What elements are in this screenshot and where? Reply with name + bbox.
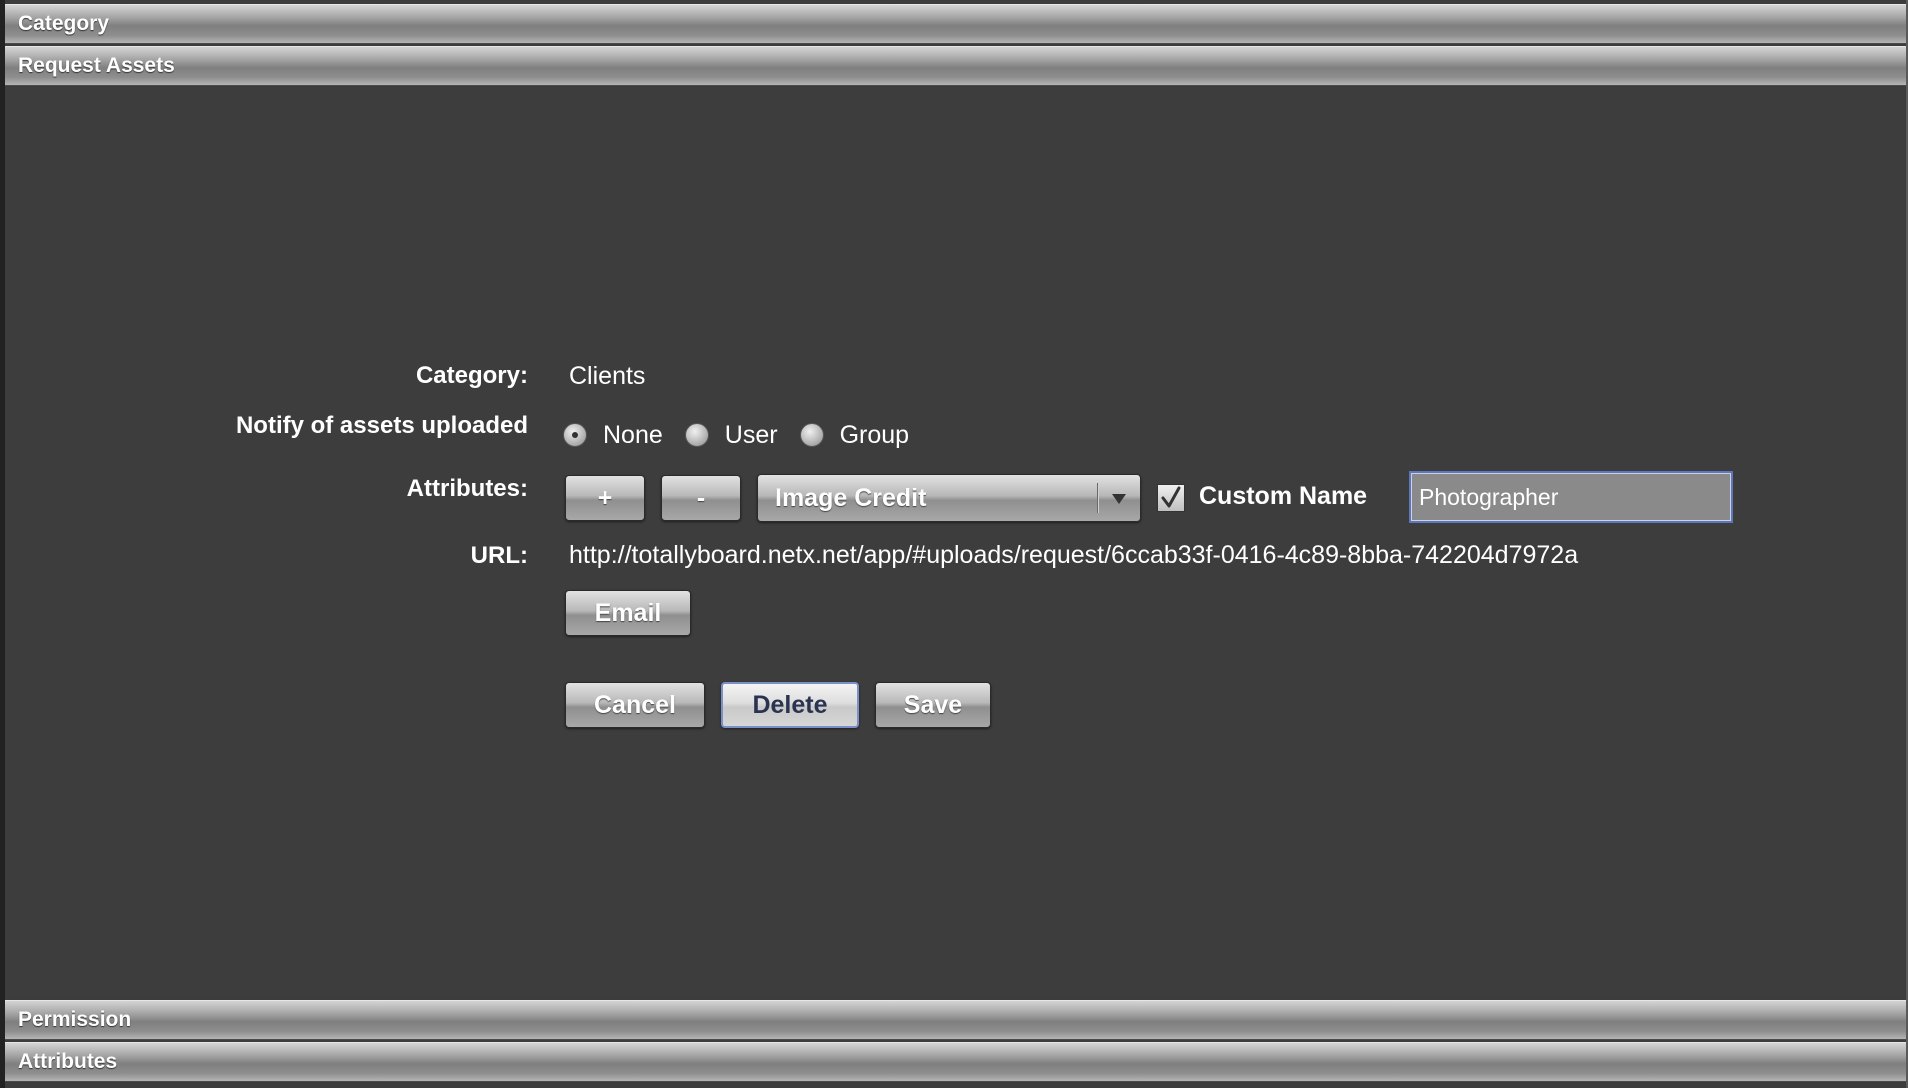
section-header-attributes[interactable]: Attributes xyxy=(5,1042,1906,1082)
attribute-select-value: Image Credit xyxy=(775,484,927,512)
notify-option-group-label: Group xyxy=(839,420,910,449)
request-url[interactable]: http://totallyboard.netx.net/app/#upload… xyxy=(569,541,1578,570)
request-assets-app: Category Request Assets Category: Client… xyxy=(0,0,1908,1088)
add-attribute-button[interactable]: + xyxy=(565,475,645,521)
url-label: URL: xyxy=(470,542,528,569)
email-button[interactable]: Email xyxy=(565,590,691,636)
cancel-button[interactable]: Cancel xyxy=(565,682,705,728)
section-header-permission[interactable]: Permission xyxy=(5,1000,1906,1040)
notify-option-none-label: None xyxy=(603,420,663,449)
custom-name-input[interactable] xyxy=(1409,471,1733,523)
category-label: Category: xyxy=(415,362,528,389)
delete-button[interactable]: Delete xyxy=(721,682,859,728)
attribute-select[interactable]: Image Credit xyxy=(757,474,1141,522)
save-button[interactable]: Save xyxy=(875,682,991,728)
section-header-category[interactable]: Category xyxy=(5,4,1906,44)
notify-label: Notify of assets uploaded xyxy=(235,412,528,439)
notify-option-user[interactable]: User xyxy=(684,420,778,450)
remove-attribute-button[interactable]: - xyxy=(661,475,741,521)
custom-name-checkbox[interactable] xyxy=(1157,484,1185,512)
radio-icon[interactable] xyxy=(684,423,709,447)
notify-option-none[interactable]: None xyxy=(563,421,663,450)
radio-icon[interactable] xyxy=(799,423,824,447)
notify-option-user-label: User xyxy=(724,420,778,449)
chevron-down-icon xyxy=(1112,494,1126,504)
radio-selected-icon[interactable] xyxy=(563,423,587,447)
custom-name-label: Custom Name xyxy=(1199,482,1368,510)
checkmark-icon xyxy=(1161,486,1181,508)
category-value: Clients xyxy=(569,362,646,390)
notify-radio-group: None User Group xyxy=(563,415,931,455)
attributes-label: Attributes: xyxy=(406,475,528,502)
dropdown-divider xyxy=(1097,483,1099,513)
notify-option-group[interactable]: Group xyxy=(799,420,910,450)
section-header-request-assets[interactable]: Request Assets xyxy=(5,46,1906,86)
